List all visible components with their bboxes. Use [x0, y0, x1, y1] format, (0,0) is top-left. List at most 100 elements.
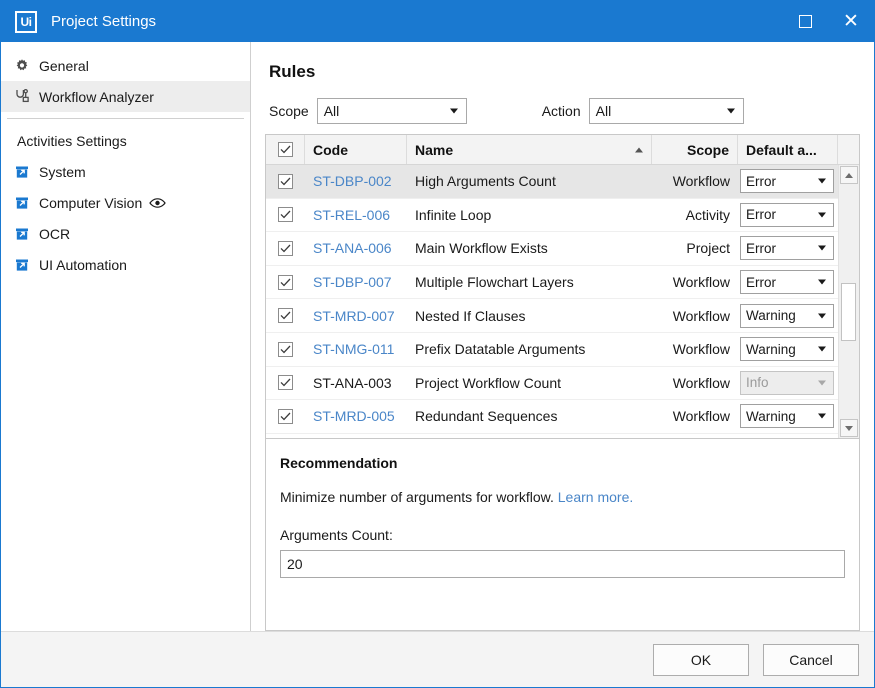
settings-sidebar: General Workflow Analyzer Activities Set…: [1, 42, 251, 631]
rules-table: Code Name Scope Default a... ST-DBP-002 H…: [265, 134, 860, 439]
recommendation-title: Recommendation: [280, 455, 845, 471]
row-checkbox[interactable]: [278, 342, 293, 357]
row-code[interactable]: ST-REL-006: [313, 207, 390, 223]
row-action-cell: Error: [738, 266, 838, 299]
chevron-down-icon: [818, 414, 826, 419]
row-default-action-select[interactable]: Error: [740, 203, 834, 227]
package-icon: [11, 226, 33, 242]
cancel-button[interactable]: Cancel: [763, 644, 859, 676]
row-scope: Project: [652, 232, 738, 265]
row-default-action-select[interactable]: Warning: [740, 337, 834, 361]
package-icon: [11, 195, 33, 211]
scrollbar-track[interactable]: [839, 185, 859, 418]
maximize-button[interactable]: [782, 1, 828, 42]
row-checkbox[interactable]: [278, 409, 293, 424]
row-code-cell: ST-NMG-011: [305, 333, 407, 366]
row-code[interactable]: ST-DBP-007: [313, 274, 392, 290]
row-checkbox-cell[interactable]: [266, 367, 305, 400]
learn-more-link[interactable]: Learn more.: [558, 489, 633, 505]
sidebar-item-computer-vision[interactable]: Computer Vision: [1, 187, 250, 218]
table-row[interactable]: ST-DBP-002 High Arguments CountWorkflowEr…: [266, 165, 838, 199]
chevron-down-icon: [818, 380, 826, 385]
row-default-action-select: Info: [740, 371, 834, 395]
sidebar-item-ui-automation[interactable]: UI Automation: [1, 249, 250, 280]
scroll-up-button[interactable]: [840, 166, 858, 184]
action-filter-label: Action: [542, 103, 581, 119]
close-button[interactable]: ✕: [828, 1, 874, 42]
table-row[interactable]: ST-ANA-006Main Workflow ExistsProjectErr…: [266, 232, 838, 266]
action-filter-select[interactable]: All: [589, 98, 744, 124]
row-name: High Arguments Count: [407, 165, 652, 198]
column-header-name-label: Name: [415, 142, 453, 158]
select-all-checkbox[interactable]: [278, 142, 293, 157]
sidebar-item-system[interactable]: System: [1, 156, 250, 187]
row-checkbox-cell[interactable]: [266, 266, 305, 299]
arguments-count-input[interactable]: [280, 550, 845, 578]
window-controls: ✕: [782, 1, 874, 42]
chevron-down-icon: [818, 347, 826, 352]
row-checkbox[interactable]: [278, 375, 293, 390]
row-checkbox[interactable]: [278, 275, 293, 290]
row-checkbox-cell[interactable]: [266, 333, 305, 366]
select-all-header[interactable]: [266, 135, 305, 164]
row-checkbox-cell[interactable]: [266, 400, 305, 433]
row-checkbox-cell[interactable]: [266, 165, 305, 198]
row-code-cell: ST-DBP-007: [305, 266, 407, 299]
sidebar-item-label: General: [39, 58, 89, 74]
scope-filter-select[interactable]: All: [317, 98, 467, 124]
row-code[interactable]: ST-ANA-006: [313, 240, 392, 256]
row-scope: Workflow: [652, 165, 738, 198]
row-default-action-value: Error: [746, 275, 776, 290]
row-checkbox-cell[interactable]: [266, 232, 305, 265]
chevron-down-icon: [845, 426, 853, 431]
row-checkbox[interactable]: [278, 308, 293, 323]
row-code-cell: ST-MRD-007: [305, 299, 407, 332]
chevron-down-icon: [818, 179, 826, 184]
row-code-cell: ST-DBP-002: [305, 165, 407, 198]
chevron-down-icon: [818, 280, 826, 285]
table-row[interactable]: ST-ANA-003Project Workflow CountWorkflow…: [266, 367, 838, 401]
column-header-scope[interactable]: Scope: [652, 135, 738, 164]
row-code[interactable]: ST-MRD-005: [313, 408, 395, 424]
table-body: ST-DBP-002High Arguments CountWorkflowEr…: [266, 165, 859, 438]
scope-filter-label: Scope: [269, 103, 309, 119]
row-checkbox[interactable]: [278, 207, 293, 222]
row-checkbox[interactable]: [278, 174, 293, 189]
chevron-down-icon: [450, 109, 458, 114]
row-code[interactable]: ST-NMG-011: [313, 341, 394, 357]
row-scope: Workflow: [652, 266, 738, 299]
column-header-spacer: [838, 135, 859, 164]
ok-button[interactable]: OK: [653, 644, 749, 676]
row-name: Multiple Flowchart Layers: [407, 266, 652, 299]
chevron-down-icon: [818, 212, 826, 217]
chevron-down-icon: [818, 313, 826, 318]
row-default-action-select[interactable]: Error: [740, 270, 834, 294]
scroll-down-button[interactable]: [840, 419, 858, 437]
table-row[interactable]: ST-REL-006Infinite LoopActivityError: [266, 199, 838, 233]
row-code[interactable]: ST-MRD-007: [313, 308, 395, 324]
table-row[interactable]: ST-MRD-007Nested If ClausesWorkflowWarni…: [266, 299, 838, 333]
column-header-name[interactable]: Name: [407, 135, 652, 164]
column-header-code[interactable]: Code: [305, 135, 407, 164]
scope-filter-value: All: [324, 103, 340, 119]
row-code-cell: ST-MRD-005: [305, 400, 407, 433]
recommendation-panel: Recommendation Minimize number of argume…: [265, 439, 860, 631]
table-row[interactable]: ST-DBP-007 Multiple Flowchart LayersWorkf…: [266, 266, 838, 300]
row-default-action-select[interactable]: Warning: [740, 304, 834, 328]
row-checkbox-cell[interactable]: [266, 199, 305, 232]
chevron-down-icon: [727, 109, 735, 114]
row-code[interactable]: ST-DBP-002: [313, 173, 392, 189]
sidebar-item-ocr[interactable]: OCR: [1, 218, 250, 249]
table-scrollbar[interactable]: [838, 165, 859, 438]
sidebar-item-workflow-analyzer[interactable]: Workflow Analyzer: [1, 81, 250, 112]
table-row[interactable]: ST-NMG-011Prefix Datatable ArgumentsWork…: [266, 333, 838, 367]
sidebar-item-general[interactable]: General: [1, 50, 250, 81]
row-default-action-select[interactable]: Warning: [740, 404, 834, 428]
row-checkbox-cell[interactable]: [266, 299, 305, 332]
row-default-action-select[interactable]: Error: [740, 236, 834, 260]
scrollbar-thumb[interactable]: [841, 283, 856, 341]
row-default-action-select[interactable]: Error: [740, 169, 834, 193]
table-row[interactable]: ST-MRD-005Redundant SequencesWorkflowWar…: [266, 400, 838, 434]
row-checkbox[interactable]: [278, 241, 293, 256]
column-header-default-action[interactable]: Default a...: [738, 135, 838, 164]
